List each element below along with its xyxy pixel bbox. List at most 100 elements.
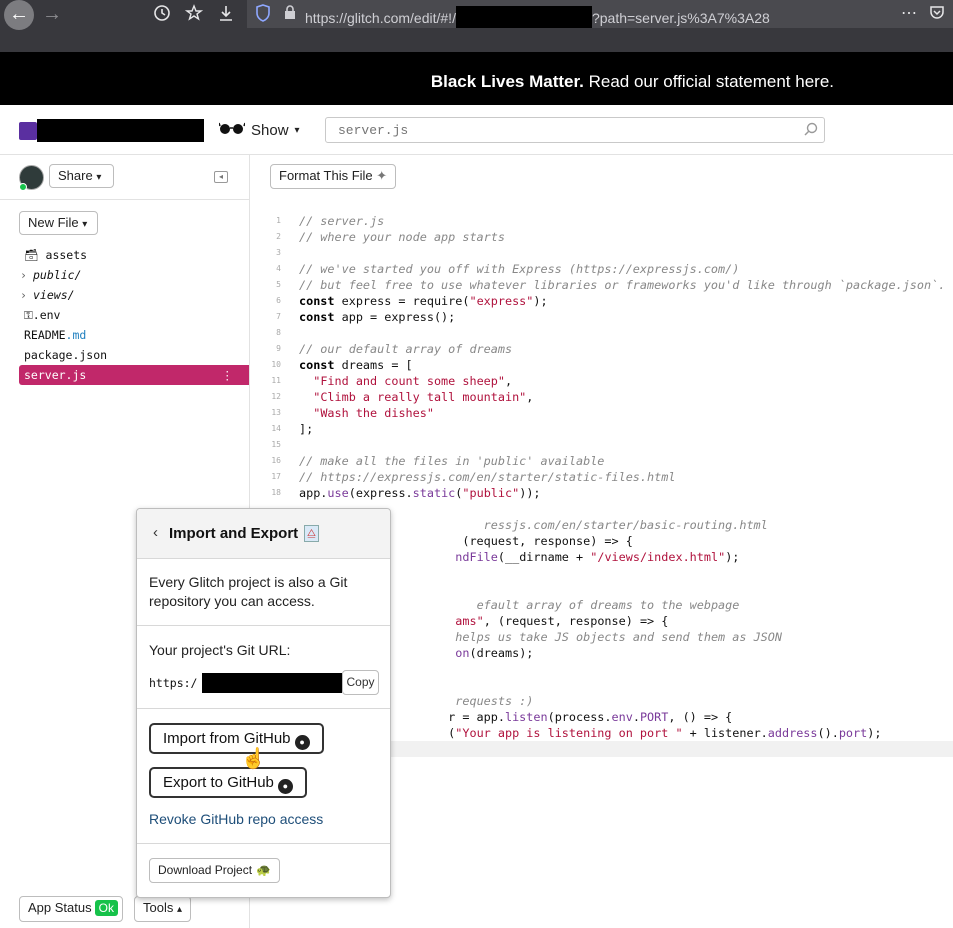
bookmark-star-icon[interactable] <box>184 4 204 24</box>
status-badge: Ok <box>94 900 118 916</box>
chevron-right-icon: › <box>20 268 27 282</box>
redacted-block <box>202 673 342 693</box>
folder-public[interactable]: › public/ <box>0 265 249 285</box>
code-line: 5// but feel free to use whatever librar… <box>250 277 953 293</box>
code-line: 10 const dreams = [ <box>250 357 953 373</box>
share-button[interactable]: Share ▾ <box>49 164 114 188</box>
file-label: .env <box>32 308 61 322</box>
show-button[interactable]: Show ▾ <box>218 118 300 142</box>
line-number: 1 <box>276 216 281 225</box>
code-line: 2// where your node app starts <box>250 229 953 245</box>
popover-title: Import and Export <box>169 525 299 542</box>
download-label: Download Project <box>158 863 253 877</box>
url-suffix: ?path=server.js%3A7%3A28 <box>591 10 770 26</box>
banner-bold: Black Lives Matter. <box>430 72 584 91</box>
url-bar[interactable]: https://glitch.com/edit/#!/ ?path=server.… <box>247 0 953 28</box>
search-input[interactable] <box>336 119 786 141</box>
code-line: 11 "Find and count some sheep", <box>250 373 953 389</box>
line-number: 15 <box>271 440 281 449</box>
line-number: 2 <box>276 232 281 241</box>
file-extension: .md <box>65 328 87 342</box>
git-url-row: https:/ Copy <box>149 670 379 695</box>
rocket-icon: ⧋ <box>304 525 319 542</box>
file-env[interactable]: ⚿.env <box>0 305 249 325</box>
line-number: 8 <box>276 328 281 337</box>
line-number: 17 <box>271 472 281 481</box>
format-label: Format This File <box>279 168 373 183</box>
archive-icon: 🗃 <box>24 248 46 262</box>
redacted-block <box>455 6 592 28</box>
file-search[interactable] <box>325 117 825 143</box>
code-line: 16// make all the files in 'public' avai… <box>250 453 953 469</box>
line-number: 4 <box>276 264 281 273</box>
chevron-down-icon: ▾ <box>96 172 102 183</box>
more-options-icon[interactable]: ⋮ <box>222 365 234 385</box>
announcement-banner[interactable]: Black Lives Matter. Read our official st… <box>0 52 953 105</box>
url-text: https://glitch.com/edit/#!/ ?path=server.… <box>305 6 770 28</box>
glasses-icon <box>218 121 246 139</box>
turtle-icon: 🐢 <box>256 863 272 877</box>
divider <box>0 199 249 200</box>
code-line: 18 app.use(express.static("public")); <box>250 485 953 501</box>
chevron-down-icon: ▾ <box>294 124 300 136</box>
new-file-button[interactable]: New File ▾ <box>19 211 98 235</box>
file-assets[interactable]: 🗃 assets <box>0 245 249 265</box>
history-icon[interactable] <box>152 4 172 24</box>
hand-cursor-icon: ☝ <box>241 748 266 770</box>
url-prefix: https://glitch.com/edit/#!/ <box>305 10 456 26</box>
download-project-button[interactable]: Download Project 🐢 <box>149 858 281 883</box>
format-file-button[interactable]: Format This File ✦ <box>270 164 397 189</box>
back-button[interactable]: ← <box>4 0 34 30</box>
new-file-label: New File <box>28 215 79 230</box>
more-icon[interactable]: ⋯ <box>899 4 919 24</box>
line-number: 18 <box>271 488 281 497</box>
sparkle-icon: ✦ <box>376 168 388 183</box>
file-label: package.json <box>24 348 108 362</box>
project-name-redacted[interactable] <box>37 119 204 142</box>
line-number: 14 <box>271 424 281 433</box>
pocket-icon[interactable] <box>927 4 947 24</box>
git-description: Every Glitch project is also a Git repos… <box>149 574 348 609</box>
tools-button[interactable]: Tools ▴ <box>134 896 192 922</box>
banner-link[interactable]: Read our official statement here. <box>584 72 834 91</box>
divider <box>137 708 390 709</box>
shield-icon[interactable] <box>253 4 273 24</box>
copy-button[interactable]: Copy <box>342 670 379 695</box>
code-line: 4// we've started you off with Express (… <box>250 261 953 277</box>
download-icon[interactable] <box>216 4 236 24</box>
back-chevron-icon[interactable]: ‹ <box>153 524 158 541</box>
code-line: 3 <box>250 245 953 261</box>
file-label: views/ <box>33 288 75 302</box>
lock-icon <box>280 4 300 24</box>
code-line: 14]; <box>250 421 953 437</box>
revoke-github-link[interactable]: Revoke GitHub repo access <box>149 811 323 827</box>
banner-text[interactable]: Black Lives Matter. Read our official st… <box>431 72 834 92</box>
chevron-down-icon: ▾ <box>82 219 88 230</box>
app-status-label: App Status <box>28 900 92 915</box>
show-label: Show <box>251 121 289 139</box>
tools-label: Tools <box>143 900 174 915</box>
import-export-popover: ‹ Import and Export ⧋ Every Glitch proje… <box>136 508 391 898</box>
git-url-label: Your project's Git URL: <box>149 642 291 658</box>
export-to-github-button[interactable]: Export to GitHub ● <box>149 767 307 798</box>
file-label: public/ <box>33 268 82 282</box>
chevron-up-icon: ▴ <box>176 904 183 915</box>
file-readme[interactable]: README.md <box>0 325 249 345</box>
github-icon: ● <box>294 735 310 750</box>
line-number: 9 <box>276 344 281 353</box>
code-line: 12 "Climb a really tall mountain", <box>250 389 953 405</box>
forward-button[interactable]: → <box>38 0 66 28</box>
line-number: 3 <box>276 248 281 257</box>
project-logo-icon[interactable] <box>19 122 37 140</box>
file-package-json[interactable]: package.json <box>0 345 249 365</box>
file-server-js[interactable]: server.js ⋮ <box>19 365 249 385</box>
import-from-github-button[interactable]: Import from GitHub ● <box>149 723 324 754</box>
chevron-right-icon: › <box>20 288 27 302</box>
line-number: 6 <box>276 296 281 305</box>
import-label: Import from GitHub <box>163 730 291 747</box>
folder-views[interactable]: › views/ <box>0 285 249 305</box>
app-status-button[interactable]: App Status Ok <box>19 896 123 922</box>
code-line: 1// server.js <box>250 213 953 229</box>
key-icon: ⚿ <box>24 308 33 322</box>
collapse-sidebar-icon[interactable]: ◂ <box>214 171 228 183</box>
